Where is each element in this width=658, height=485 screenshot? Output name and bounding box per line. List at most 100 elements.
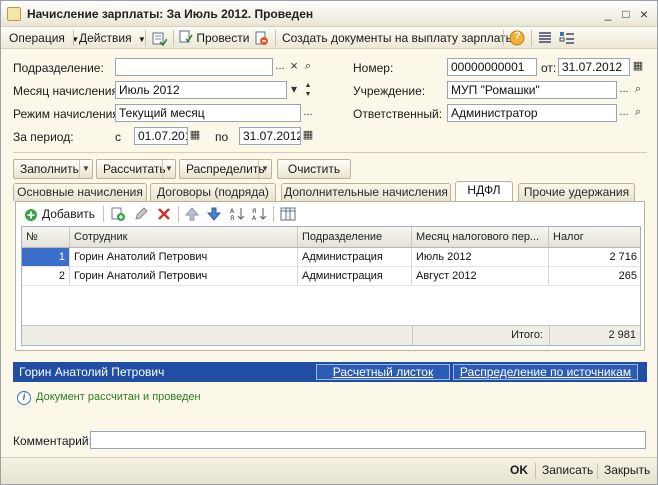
tab-main-accruals[interactable]: Основные начисления [13,183,147,201]
status-message: Документ рассчитан и проведен [36,391,201,403]
table-settings-icon[interactable] [280,206,296,222]
period-label: За период: [13,130,74,144]
clear-button[interactable]: Очистить [277,159,351,179]
dropdown-icon[interactable]: ▾ [287,81,301,99]
employee-cell: Горин Анатолий Петрович [70,267,298,286]
org-field[interactable]: МУП "Ромашки" [447,81,617,99]
period-from-field[interactable]: 01.07.2012 [134,127,188,145]
calculate-button[interactable]: Рассчитать ▼ [96,159,176,179]
fill-button[interactable]: Заполнить ▼ [13,159,93,179]
close-window-button[interactable]: × [637,7,651,21]
info-icon: i [17,391,31,405]
tab-additional-accruals[interactable]: Дополнительные начисления [281,183,451,201]
payslip-link[interactable]: Расчетный листок [316,364,450,380]
responsible-label: Ответственный: [353,107,443,121]
tab-ndfl[interactable]: НДФЛ [455,181,513,202]
ok-button[interactable]: OK [510,463,528,477]
total-label: Итого: [412,326,549,345]
tab-other-deductions[interactable]: Прочие удержания [518,183,635,201]
fill-button-label: Заполнить [20,162,79,176]
bottom-bar: OK Записать Закрыть [1,457,657,484]
column-header-number[interactable]: № [22,227,70,248]
ellipsis-icon[interactable]: ... [617,104,631,122]
create-payment-docs-button[interactable]: Создать документы на выплату зарплаты [282,30,514,46]
toolbar-divider [173,30,174,46]
search-icon[interactable]: ⌕ [301,58,315,76]
column-header-employee[interactable]: Сотрудник [70,227,298,248]
delete-icon[interactable] [156,206,172,222]
period-from-label: с [115,130,121,144]
post-button[interactable]: Провести [179,30,249,46]
number-field[interactable]: 00000000001 [447,58,537,76]
clear-icon[interactable]: × [287,58,301,76]
list-settings-icon[interactable] [537,30,553,46]
comment-field[interactable] [90,431,646,449]
toolbar-divider [103,206,104,222]
chevron-down-icon: ▼ [79,160,92,178]
search-icon[interactable]: ⌕ [631,81,645,99]
row-number-cell: 2 [22,267,70,286]
edit-icon[interactable] [133,206,149,222]
ellipsis-icon[interactable]: ... [273,58,287,76]
search-icon[interactable]: ⌕ [631,104,645,122]
month-field[interactable]: Июль 2012 [115,81,287,99]
operation-menu[interactable]: Операция ▼ [9,30,79,46]
mode-field[interactable]: Текущий месяц [115,104,301,122]
column-header-tax-month[interactable]: Месяц налогового пер... [412,227,549,248]
structure-icon[interactable] [559,30,575,46]
save-button[interactable]: Записать [542,463,593,477]
month-down-icon[interactable]: ▼ [301,90,315,99]
toolbar-divider [73,30,74,46]
column-header-tax[interactable]: Налог [549,227,640,248]
calendar-icon[interactable]: ▦ [301,127,315,145]
post-close-icon[interactable] [151,30,168,47]
division-field[interactable] [115,58,273,76]
document-flow-icon[interactable] [253,30,269,46]
responsible-field[interactable]: Администратор [447,104,617,122]
comment-label-text: Комментарий: [13,434,92,448]
calculate-button-label: Рассчитать [103,162,166,176]
actions-menu[interactable]: Действия ▼ [79,30,146,46]
document-window: Начисление зарплаты: За Июль 2012. Прове… [0,0,658,485]
month-label: Месяц начисления: [13,84,122,98]
column-header-division[interactable]: Подразделение [298,227,412,248]
division-cell: Администрация [298,267,412,286]
post-button-label: Провести [196,31,250,45]
total-value: 2 981 [549,326,640,345]
close-button[interactable]: Закрыть [604,463,650,477]
operation-menu-label: Операция [9,31,65,45]
current-employee-label: Горин Анатолий Петрович [19,365,165,379]
calendar-icon[interactable]: ▦ [631,58,645,76]
sort-desc-icon[interactable]: ЯA [251,206,267,222]
title-bar: Начисление зарплаты: За Июль 2012. Прове… [1,1,657,27]
add-row-label: Добавить [42,207,96,221]
tax-cell: 265 [549,267,640,286]
svg-text:Я: Я [230,215,234,222]
employee-cell: Горин Анатолий Петрович [70,248,298,267]
ellipsis-icon[interactable]: ... [301,104,315,122]
number-label: Номер: [353,61,394,75]
table-footer: Итого: 2 981 [22,325,640,345]
ellipsis-icon[interactable]: ... [617,81,631,99]
move-up-icon[interactable] [184,206,200,222]
tab-contracts[interactable]: Договоры (подряда) [150,183,276,201]
row-number-cell: 1 [22,248,70,267]
maximize-button[interactable]: □ [619,7,633,21]
toolbar-divider [145,30,146,46]
period-to-label: по [215,130,229,144]
sort-asc-icon[interactable]: AЯ [229,206,245,222]
month-up-icon[interactable]: ▲ [301,81,315,90]
period-to-field[interactable]: 31.07.2012 [239,127,301,145]
date-field[interactable]: 31.07.2012 [558,58,630,76]
copy-row-icon[interactable] [110,206,126,222]
form-divider [13,152,647,153]
minimize-button[interactable]: _ [601,7,615,21]
move-down-icon[interactable] [206,206,222,222]
calendar-icon[interactable]: ▦ [188,127,202,145]
toolbar-divider [178,206,179,222]
help-icon[interactable]: ? [509,30,525,46]
add-icon [25,209,37,221]
actions-menu-label: Действия [79,31,132,45]
distribute-button[interactable]: Распределить ▼ [179,159,272,179]
distribution-by-sources-link[interactable]: Распределение по источникам [453,364,638,380]
